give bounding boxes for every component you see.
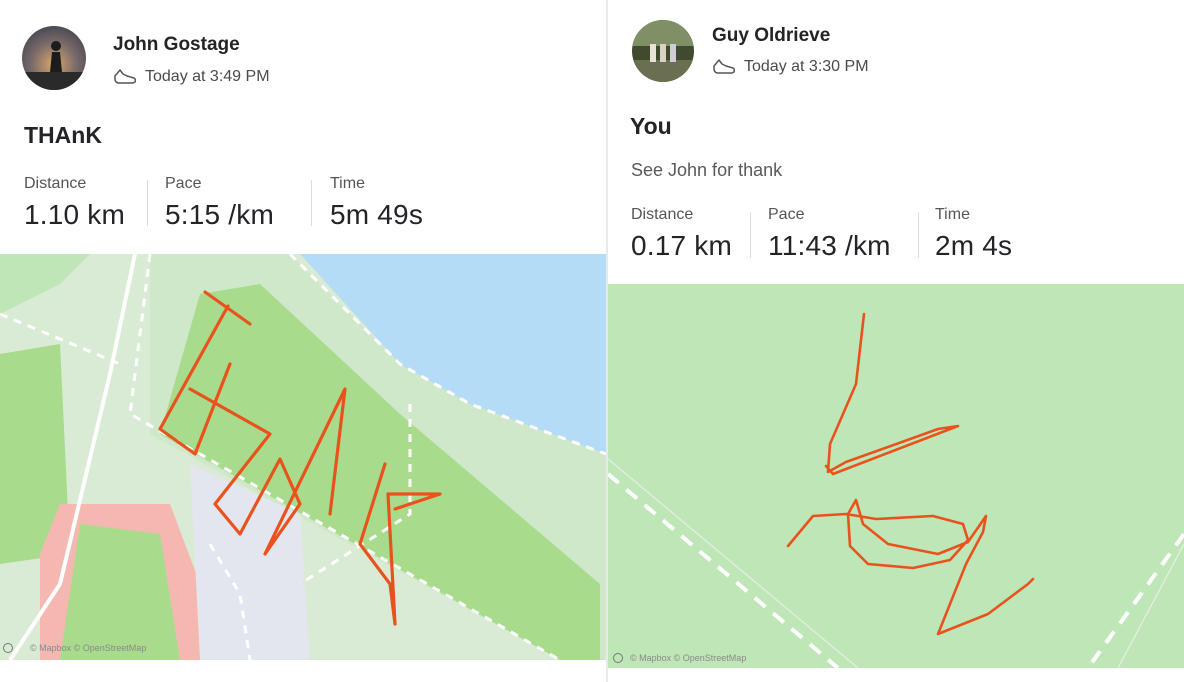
- attribution: © Mapbox © OpenStreetMap: [613, 653, 746, 663]
- stat-pace: Pace 5:15 /km: [165, 175, 274, 231]
- stat-value: 2m 4s: [935, 230, 1013, 261]
- activity-title[interactable]: You: [630, 113, 672, 140]
- svg-text:© Mapbox © OpenStreetMap: © Mapbox © OpenStreetMap: [630, 653, 746, 663]
- stat-pace: Pace 11:43 /km: [768, 206, 891, 262]
- avatar-group-photo-icon: [632, 20, 694, 82]
- athlete-avatar[interactable]: [22, 26, 86, 90]
- stat-value: 5m 49s: [330, 199, 424, 230]
- stat-divider: [147, 180, 148, 226]
- stat-divider: [750, 212, 751, 258]
- athlete-name[interactable]: John Gostage: [113, 34, 240, 56]
- activity-card-guy[interactable]: Guy Oldrieve Today at 3:30 PM You See Jo…: [606, 0, 1184, 682]
- activity-card-john[interactable]: John Gostage Today at 3:49 PM THAnK Dist…: [0, 0, 606, 682]
- stat-time: Time 2m 4s: [935, 206, 1012, 262]
- svg-text:© Mapbox © OpenStreetMap: © Mapbox © OpenStreetMap: [30, 643, 146, 653]
- stat-value: 1.10 km: [24, 199, 125, 230]
- stat-value: 5:15 /km: [165, 199, 274, 230]
- athlete-avatar[interactable]: [632, 20, 694, 82]
- route-map-canvas: © Mapbox © OpenStreetMap: [0, 254, 606, 660]
- avatar-silhouette-icon: [22, 26, 86, 90]
- stat-label: Time: [935, 206, 970, 223]
- timestamp-text: Today at 3:49 PM: [145, 68, 270, 85]
- stat-distance: Distance 0.17 km: [631, 206, 732, 262]
- stat-divider: [918, 212, 919, 258]
- route-map[interactable]: © Mapbox © OpenStreetMap: [0, 254, 606, 660]
- activity-timestamp: Today at 3:49 PM: [113, 67, 270, 87]
- shoe-icon: [114, 69, 137, 84]
- route-map[interactable]: © Mapbox © OpenStreetMap: [608, 284, 1184, 668]
- stat-label: Time: [330, 175, 365, 192]
- stat-value: 11:43 /km: [768, 230, 891, 261]
- shoe-icon: [713, 59, 736, 74]
- activity-timestamp: Today at 3:30 PM: [712, 57, 869, 77]
- stat-label: Pace: [768, 206, 805, 223]
- stat-label: Pace: [165, 175, 202, 192]
- timestamp-text: Today at 3:30 PM: [744, 58, 869, 75]
- activity-title[interactable]: THAnK: [24, 122, 102, 149]
- route-map-canvas: © Mapbox © OpenStreetMap: [608, 284, 1184, 668]
- stat-time: Time 5m 49s: [330, 175, 423, 231]
- stat-value: 0.17 km: [631, 230, 732, 261]
- athlete-name[interactable]: Guy Oldrieve: [712, 25, 830, 47]
- stat-label: Distance: [24, 175, 87, 192]
- activity-description: See John for thank: [631, 160, 783, 180]
- stat-divider: [311, 180, 312, 226]
- stat-distance: Distance 1.10 km: [24, 175, 125, 231]
- stat-label: Distance: [631, 206, 694, 223]
